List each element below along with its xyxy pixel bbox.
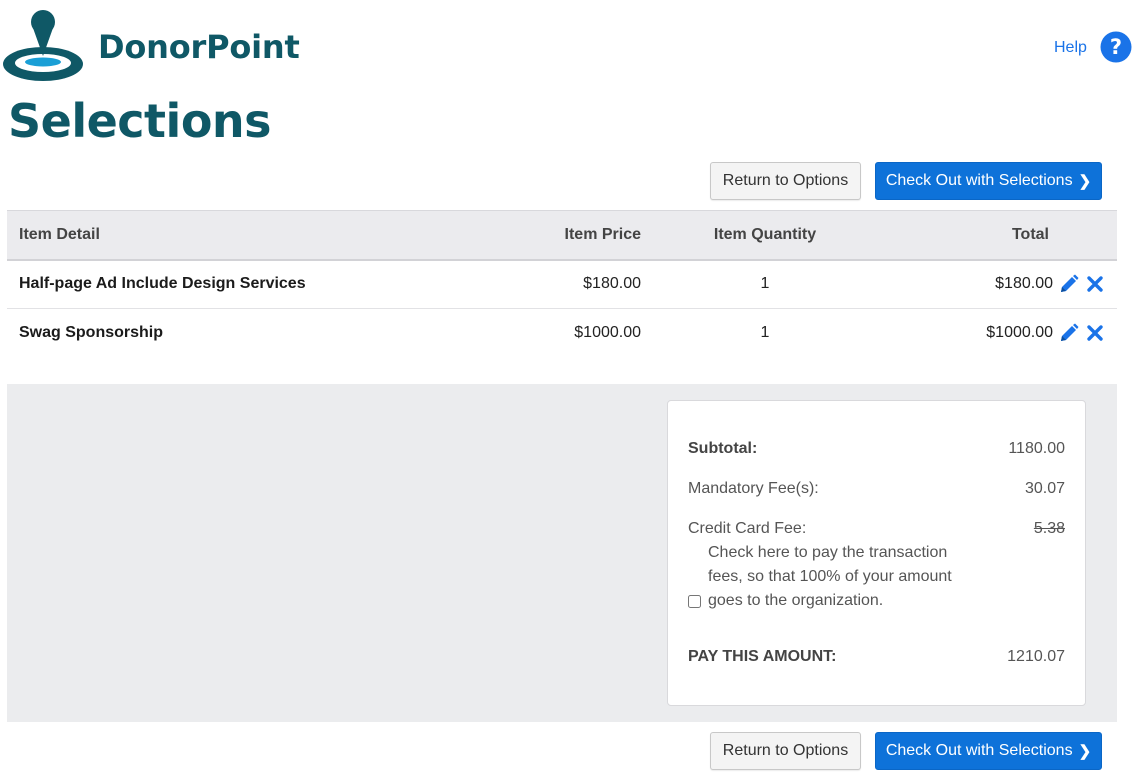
fee-checkbox-note: Check here to pay the transaction fees, … bbox=[708, 544, 952, 609]
return-to-options-label: Return to Options bbox=[722, 172, 849, 189]
item-total-cell: $180.00 bbox=[877, 260, 1117, 309]
return-to-options-button-top[interactable]: Return to Options bbox=[710, 162, 861, 200]
item-total-cell: $1000.00 bbox=[877, 309, 1117, 358]
svg-text:?: ? bbox=[1110, 35, 1122, 59]
x-icon[interactable] bbox=[1085, 274, 1105, 294]
page-title: Selections bbox=[8, 94, 272, 148]
credit-card-fee-row: Credit Card Fee: 5.38 bbox=[688, 520, 1065, 538]
item-detail: Swag Sponsorship bbox=[19, 324, 164, 342]
item-price: $180.00 bbox=[583, 275, 641, 293]
subtotal-value: 1180.00 bbox=[1008, 440, 1065, 457]
order-summary-card: Subtotal: 1180.00 Mandatory Fee(s): 30.0… bbox=[667, 400, 1086, 706]
checkout-button-top[interactable]: Check Out with Selections ❯ bbox=[875, 162, 1102, 200]
checkout-button-bottom[interactable]: Check Out with Selections ❯ bbox=[875, 732, 1102, 770]
chevron-right-icon: ❯ bbox=[1078, 743, 1092, 760]
x-icon[interactable] bbox=[1085, 323, 1105, 343]
checkout-label: Check Out with Selections bbox=[885, 172, 1073, 189]
selections-table: Item Detail Item Price Item Quantity Tot… bbox=[7, 210, 1117, 358]
table-header-row: Item Detail Item Price Item Quantity Tot… bbox=[7, 210, 1117, 260]
subtotal-label: Subtotal: bbox=[688, 440, 758, 457]
header-total: Total bbox=[1011, 225, 1049, 243]
checkout-label: Check Out with Selections bbox=[885, 742, 1073, 759]
pay-fees-checkbox[interactable] bbox=[688, 595, 701, 608]
brand-logo-area[interactable]: DonorPoint bbox=[0, 6, 300, 86]
map-pin-logo-icon bbox=[3, 10, 83, 81]
header-item-detail: Item Detail bbox=[19, 225, 100, 243]
item-quantity: 1 bbox=[760, 324, 770, 342]
chevron-right-icon: ❯ bbox=[1078, 173, 1092, 190]
credit-card-fee-value: 5.38 bbox=[1033, 520, 1065, 537]
help-link[interactable]: Help bbox=[1054, 39, 1087, 57]
header-item-price: Item Price bbox=[564, 225, 641, 243]
return-to-options-button-bottom[interactable]: Return to Options bbox=[710, 732, 861, 770]
pay-amount-label: PAY THIS AMOUNT: bbox=[688, 648, 837, 665]
mandatory-fee-label: Mandatory Fee(s): bbox=[688, 480, 819, 497]
item-detail: Half-page Ad Include Design Services bbox=[19, 275, 306, 293]
item-price: $1000.00 bbox=[574, 324, 641, 342]
item-total: $180.00 bbox=[995, 275, 1053, 293]
item-total: $1000.00 bbox=[986, 324, 1053, 342]
pencil-icon[interactable] bbox=[1059, 274, 1079, 294]
subtotal-row: Subtotal: 1180.00 bbox=[688, 440, 1065, 458]
mandatory-fee-row: Mandatory Fee(s): 30.07 bbox=[688, 480, 1065, 498]
mandatory-fee-value: 30.07 bbox=[1024, 480, 1065, 497]
item-quantity: 1 bbox=[760, 275, 770, 293]
pay-amount-row: PAY THIS AMOUNT: 1210.07 bbox=[688, 648, 1065, 666]
pencil-icon[interactable] bbox=[1059, 323, 1079, 343]
credit-card-fee-label: Credit Card Fee: bbox=[688, 520, 807, 537]
header-item-quantity: Item Quantity bbox=[713, 225, 817, 243]
pay-amount-value: 1210.07 bbox=[1007, 648, 1065, 665]
return-to-options-label: Return to Options bbox=[722, 742, 849, 759]
table-row: Swag Sponsorship $1000.00 1 $1000.00 bbox=[7, 309, 1117, 358]
table-row: Half-page Ad Include Design Services $18… bbox=[7, 260, 1117, 309]
help-question-icon[interactable]: ? bbox=[1100, 31, 1132, 63]
brand-name: DonorPoint bbox=[98, 28, 300, 66]
